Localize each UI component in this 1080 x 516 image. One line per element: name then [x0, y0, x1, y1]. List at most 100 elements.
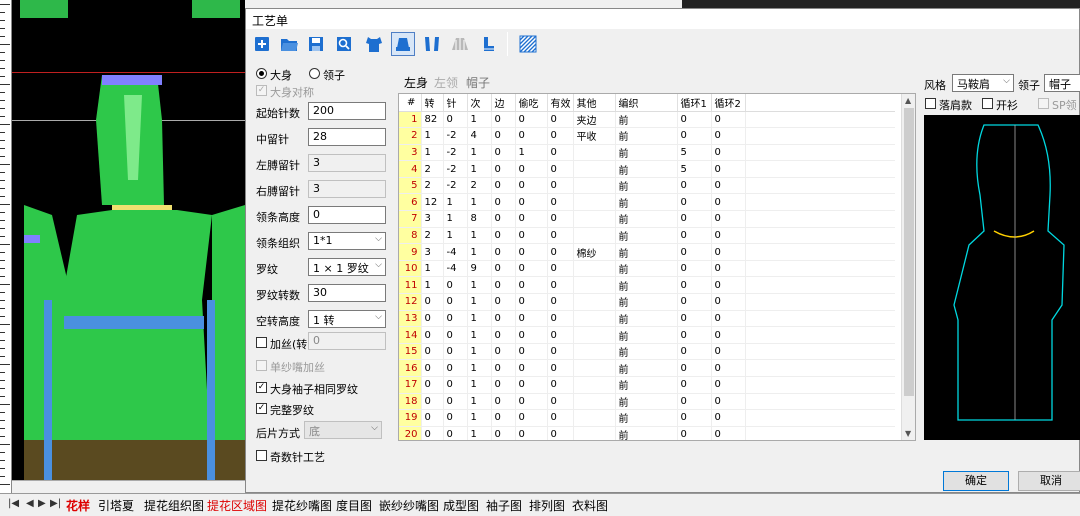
table-cell[interactable]: 3 — [421, 243, 444, 261]
sp-collar-checkbox[interactable] — [1038, 98, 1049, 109]
table-cell[interactable]: 0 — [711, 326, 746, 344]
table-cell[interactable]: 0 — [547, 227, 574, 245]
table-cell[interactable]: 0 — [491, 127, 516, 145]
table-cell[interactable]: 2 — [421, 160, 444, 178]
table-cell[interactable]: 0 — [421, 409, 444, 427]
table-cell[interactable]: 0 — [547, 409, 574, 427]
column-header[interactable]: 边 — [491, 94, 516, 112]
table-cell[interactable]: 0 — [547, 260, 574, 278]
table-cell[interactable] — [573, 260, 616, 278]
table-row[interactable]: 11 1 0 1 0 0 0 前 0 0 — [399, 276, 895, 295]
table-cell[interactable]: 0 — [711, 111, 746, 129]
body-shape-icon[interactable] — [362, 32, 386, 56]
table-cell[interactable] — [573, 210, 616, 228]
table-cell[interactable]: 0 — [491, 144, 516, 162]
table-cell[interactable]: 8 — [467, 210, 492, 228]
table-cell[interactable]: 棉纱 — [573, 243, 616, 261]
table-cell[interactable]: 0 — [515, 326, 548, 344]
ok-button[interactable]: 确定 — [943, 471, 1009, 491]
table-cell[interactable]: 1 — [467, 359, 492, 377]
table-cell[interactable]: 0 — [677, 293, 712, 311]
tab-hood[interactable]: 帽子 — [466, 74, 490, 91]
table-cell[interactable]: 0 — [515, 260, 548, 278]
table-cell[interactable]: 0 — [515, 111, 548, 129]
table-cell[interactable]: 0 — [443, 409, 468, 427]
table-cell[interactable]: 1 — [467, 310, 492, 328]
table-row[interactable]: 17 0 0 1 0 0 0 前 0 0 — [399, 376, 895, 394]
column-header[interactable]: 有效 — [547, 94, 574, 112]
table-cell[interactable]: 0 — [547, 193, 574, 212]
sheet-tab[interactable]: 提花组织图 — [144, 497, 204, 514]
table-cell[interactable]: 0 — [515, 210, 548, 228]
table-cell[interactable]: 0 — [443, 293, 468, 311]
table-cell[interactable]: 平收 — [573, 127, 616, 145]
table-cell[interactable] — [573, 326, 616, 344]
same-rib-checkbox[interactable]: ✓ — [256, 382, 267, 393]
new-icon[interactable] — [250, 32, 274, 56]
table-cell[interactable]: 3 — [421, 210, 444, 228]
column-header[interactable]: 循环2 — [711, 94, 746, 112]
table-row[interactable]: 16 0 0 1 0 0 0 前 0 0 — [399, 359, 895, 377]
sheet-tab[interactable]: 度目图 — [336, 497, 372, 514]
table-cell[interactable]: 0 — [711, 343, 746, 361]
table-cell[interactable]: 0 — [547, 210, 574, 228]
rib-select[interactable]: 1 × 1 罗纹 ⌵ — [308, 258, 386, 276]
column-header[interactable]: 其他 — [573, 94, 616, 112]
table-cell[interactable]: 0 — [547, 376, 574, 394]
sheet-tab[interactable]: 提花区域图 — [207, 497, 267, 514]
table-cell[interactable]: 前 — [615, 426, 678, 440]
table-cell[interactable]: 1 — [467, 376, 492, 394]
table-cell[interactable]: 前 — [615, 127, 678, 145]
table-cell[interactable]: 1 — [515, 144, 548, 162]
table-cell[interactable]: 0 — [677, 177, 712, 195]
cancel-button[interactable]: 取消 — [1018, 471, 1080, 491]
table-row[interactable]: 19 0 0 1 0 0 0 前 0 0 — [399, 409, 895, 427]
table-cell[interactable]: 0 — [547, 359, 574, 377]
table-cell[interactable]: 0 — [711, 210, 746, 228]
row-number[interactable]: 7 — [399, 210, 422, 228]
table-cell[interactable]: 0 — [677, 393, 712, 411]
drop-shoulder-checkbox[interactable] — [925, 98, 936, 109]
table-cell[interactable]: 1 — [421, 144, 444, 162]
table-cell[interactable]: 1 — [467, 393, 492, 411]
table-cell[interactable]: 0 — [547, 293, 574, 311]
sheet-tab[interactable]: 衣料图 — [572, 497, 608, 514]
table-cell[interactable]: 1 — [467, 293, 492, 311]
table-cell[interactable]: 0 — [711, 359, 746, 377]
table-cell[interactable]: 0 — [421, 293, 444, 311]
table-cell[interactable]: 0 — [443, 343, 468, 361]
table-cell[interactable]: 0 — [515, 310, 548, 328]
table-cell[interactable]: 0 — [677, 260, 712, 278]
row-number[interactable]: 9 — [399, 243, 422, 261]
add-yarn-input[interactable]: 0 — [308, 332, 386, 350]
table-vertical-scrollbar[interactable]: ▲ ▼ — [901, 94, 915, 440]
table-cell[interactable]: 5 — [677, 144, 712, 162]
row-number[interactable]: 13 — [399, 310, 422, 328]
table-cell[interactable]: 0 — [491, 393, 516, 411]
row-number[interactable]: 2 — [399, 127, 422, 145]
table-cell[interactable]: 1 — [467, 243, 492, 261]
table-cell[interactable]: 0 — [421, 310, 444, 328]
table-cell[interactable]: 0 — [491, 177, 516, 195]
table-cell[interactable]: 前 — [615, 276, 678, 295]
table-cell[interactable]: 前 — [615, 359, 678, 377]
knit-shape-icon[interactable] — [448, 32, 472, 56]
prev-sheet-icon[interactable]: ◀ — [26, 498, 34, 509]
table-cell[interactable]: 1 — [467, 160, 492, 178]
collar-shape-icon[interactable] — [391, 32, 415, 56]
table-cell[interactable]: 0 — [711, 393, 746, 411]
row-number[interactable]: 4 — [399, 160, 422, 178]
table-cell[interactable]: 0 — [515, 393, 548, 411]
table-cell[interactable]: 0 — [443, 426, 468, 440]
row-number[interactable]: 14 — [399, 326, 422, 344]
table-cell[interactable]: 0 — [677, 210, 712, 228]
table-cell[interactable]: -2 — [443, 177, 468, 195]
last-sheet-icon[interactable]: ▶| — [50, 498, 61, 509]
table-cell[interactable] — [573, 160, 616, 178]
table-row[interactable]: 14 0 0 1 0 0 0 前 0 0 — [399, 326, 895, 344]
table-row[interactable]: 2 1 -2 4 0 0 0 平收前 0 0 — [399, 127, 895, 145]
table-cell[interactable]: 1 — [467, 111, 492, 129]
row-number[interactable]: 8 — [399, 227, 422, 245]
body-symmetric-checkbox[interactable]: ✓ — [256, 85, 267, 96]
table-cell[interactable]: 0 — [515, 127, 548, 145]
